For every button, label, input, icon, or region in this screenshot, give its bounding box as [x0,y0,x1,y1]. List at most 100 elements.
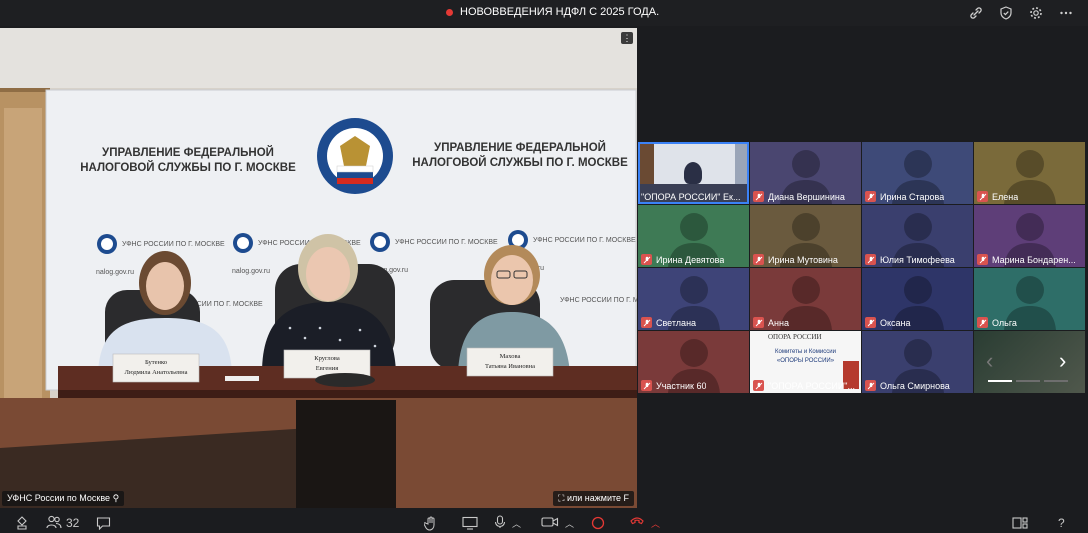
participant-name-text: Марина Бондарен... [992,254,1076,265]
mic-off-icon [977,191,988,202]
participant-name: Ольга Смирнова [865,380,970,391]
participant-name: Марина Бондарен... [977,254,1082,265]
camera-icon [541,515,559,532]
apps-icon[interactable] [15,515,29,531]
participant-tile[interactable]: Марина Бондарен... [974,205,1085,267]
recording-indicator [446,8,453,16]
mic-icon [494,514,506,532]
participant-name-text: Ирина Мутовина [768,254,838,265]
svg-text:nalog.gov.ru: nalog.gov.ru [232,268,270,275]
fullscreen-icon: ⛶ [558,493,565,503]
participant-name-text: Ольга [992,317,1017,328]
shield-check-icon[interactable] [998,5,1014,21]
participant-name-text: Ирина Девятова [656,254,725,265]
fullscreen-hint[interactable]: ⛶ или нажмите F [553,491,634,506]
participant-tile[interactable]: Диана Вершинина [750,142,861,204]
chevron-up-icon[interactable]: ︿ [565,517,574,530]
participant-tile[interactable]: Анна [750,268,861,330]
mic-off-icon [753,317,764,328]
chevron-up-icon[interactable]: ︿ [512,517,521,530]
help-button[interactable]: ? [1058,515,1065,531]
participant-tile[interactable]: Ирина Мутовина [750,205,861,267]
participant-name: Анна [753,317,858,328]
video-menu-button[interactable]: ⋮ [621,32,633,44]
svg-text:НАЛОГОВОЙ СЛУЖБЫ ПО Г. МОСКВЕ: НАЛОГОВОЙ СЛУЖБЫ ПО Г. МОСКВЕ [412,156,628,169]
chat-icon[interactable] [96,515,111,531]
mic-off-icon [753,191,764,202]
hangup-button[interactable]: ︿ [629,515,660,531]
mic-off-icon [865,317,876,328]
record-icon[interactable] [591,515,605,531]
svg-text:Евгения: Евгения [316,365,338,372]
screen-share-icon[interactable] [462,515,478,531]
participant-name-text: Ирина Старова [880,191,945,202]
svg-text:УФНС РОССИИ ПО Г. МОСКВЕ: УФНС РОССИИ ПО Г. МОСКВЕ [533,237,636,244]
participant-name: Ольга [977,317,1082,328]
top-bar: НОВОВВЕДЕНИЯ НДФЛ С 2025 ГОДА. [0,0,1088,26]
participant-name-text: "ОПОРА РОССИИ" Ек... [641,192,741,202]
svg-text:УФНС РОССИИ ПО Г. МОСКВЕ: УФНС РОССИИ ПО Г. МОСКВЕ [560,297,637,304]
svg-text:Татьяна Ивановна: Татьяна Ивановна [485,363,535,370]
participant-name: "ОПОРА РОССИИ" Ек... [641,192,746,202]
hand-icon[interactable] [424,515,438,531]
slide-line: Комитеты и Комиссии [775,349,836,355]
participants-button[interactable]: 32 [46,515,79,531]
participants-count: 32 [66,516,80,530]
participant-name-text: Оксана [880,317,911,328]
camera-button[interactable]: ︿ [541,515,574,531]
participant-name-text: Ольга Смирнова [880,380,950,391]
next-page-icon[interactable]: › [1059,350,1066,372]
bottom-toolbar: 32 ︿ ︿ ︿ ? [0,512,1088,533]
participant-tile[interactable]: Елена [974,142,1085,204]
mic-off-icon [865,380,876,391]
mic-off-icon [641,317,652,328]
slide-title: ОПОРА РОССИИ [768,333,822,341]
people-icon [46,515,62,532]
participant-name-text: Юлия Тимофеева [880,254,955,265]
participant-name: Елена [977,191,1082,202]
participant-name: Оксана [865,317,970,328]
participant-name-text: Участник 60 [656,380,707,391]
gear-icon[interactable] [1028,5,1044,21]
link-icon[interactable] [968,5,984,21]
layout-icon[interactable] [1012,515,1028,531]
mic-off-icon [865,254,876,265]
participant-name-text: "ОПОРА РОССИИ"... [768,380,856,391]
participant-tile[interactable]: "ОПОРА РОССИИ" Ек... [638,142,749,204]
page-indicator [988,380,1068,382]
participant-tile[interactable]: Светлана [638,268,749,330]
participant-name-text: Елена [992,191,1019,202]
main-video[interactable]: УПРАВЛЕНИЕ ФЕДЕРАЛЬНОЙ НАЛОГОВОЙ СЛУЖБЫ … [0,28,637,508]
meeting-title: НОВОВВЕДЕНИЯ НДФЛ С 2025 ГОДА. [446,6,659,18]
participant-name-text: Анна [768,317,789,328]
participant-tile[interactable]: Ирина Старова [862,142,973,204]
chevron-up-icon[interactable]: ︿ [651,517,660,530]
svg-text:УФНС РОССИИ ПО Г. МОСКВЕ: УФНС РОССИИ ПО Г. МОСКВЕ [122,241,225,248]
svg-text:Круглова: Круглова [314,355,340,362]
more-icon[interactable] [1058,5,1074,21]
participant-name: Юлия Тимофеева [865,254,970,265]
participant-tile[interactable]: Оксана [862,268,973,330]
hangup-icon [629,515,645,532]
mic-off-icon [977,317,988,328]
participant-name-text: Диана Вершинина [768,191,845,202]
participant-name: Ирина Старова [865,191,970,202]
participant-tile[interactable]: ОПОРА РОССИИ Комитеты и Комиссии «ОПОРЫ РО… [750,331,861,393]
participant-tile[interactable]: Ольга Смирнова [862,331,973,393]
prev-page-icon[interactable]: ‹ [986,350,993,372]
mic-off-icon [753,254,764,265]
svg-text:Людмила Анатольевна: Людмила Анатольевна [125,369,188,376]
participant-name: Светлана [641,317,746,328]
mic-off-icon [753,380,764,391]
participant-tile[interactable]: Юлия Тимофеева [862,205,973,267]
mic-button[interactable]: ︿ [494,514,521,532]
participant-name: Ирина Мутовина [753,254,858,265]
participant-tile[interactable]: Участник 60 [638,331,749,393]
participant-name: Участник 60 [641,380,746,391]
svg-text:Махова: Махова [500,353,521,360]
participant-tile[interactable]: Ирина Девятова [638,205,749,267]
svg-text:УФНС РОССИИ ПО Г. МОСКВЕ: УФНС РОССИИ ПО Г. МОСКВЕ [395,239,498,246]
participant-tile[interactable]: Ольга [974,268,1085,330]
pin-icon[interactable]: ⚲ [113,493,120,503]
svg-text:Бутенко: Бутенко [145,359,167,366]
